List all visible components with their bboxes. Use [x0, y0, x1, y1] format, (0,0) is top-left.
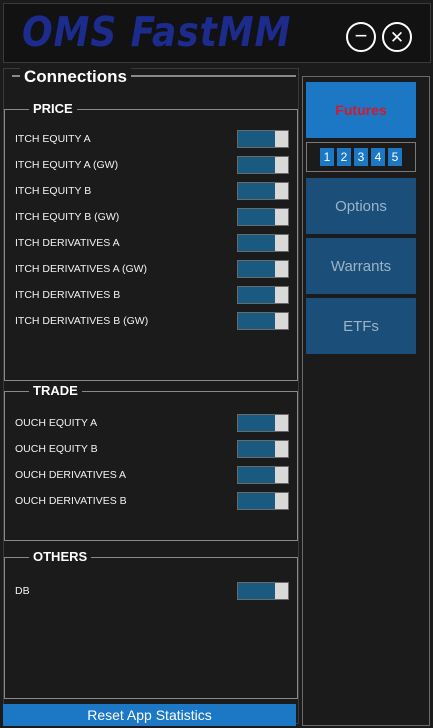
connections-title: Connections: [20, 67, 131, 87]
trade-group-title: TRADE: [29, 383, 82, 398]
title-bar: OMS FastMM − ✕: [3, 3, 431, 63]
connection-toggle[interactable]: [237, 182, 289, 200]
connection-label: ITCH DERIVATIVES A (GW): [15, 263, 148, 275]
connection-label: OUCH DERIVATIVES A: [15, 469, 127, 481]
minimize-button[interactable]: −: [346, 22, 376, 52]
connection-row: ITCH DERIVATIVES B (GW): [15, 312, 290, 332]
warrants-button[interactable]: Warrants: [306, 238, 416, 294]
toggle-knob: [275, 287, 288, 303]
connection-toggle[interactable]: [237, 440, 289, 458]
connection-row: OUCH EQUITY B: [15, 440, 290, 460]
connection-row: ITCH EQUITY A (GW): [15, 156, 290, 176]
toggle-knob: [275, 467, 288, 483]
connection-toggle[interactable]: [237, 414, 289, 432]
connection-label: ITCH DERIVATIVES B: [15, 289, 121, 301]
connection-label: ITCH DERIVATIVES B (GW): [15, 315, 149, 327]
connection-label: ITCH EQUITY A (GW): [15, 159, 119, 171]
toggle-knob: [275, 313, 288, 329]
connection-row: OUCH DERIVATIVES B: [15, 492, 290, 512]
connection-toggle[interactable]: [237, 286, 289, 304]
minus-icon: −: [354, 23, 368, 48]
toggle-knob: [275, 415, 288, 431]
toggle-knob: [275, 441, 288, 457]
others-group-title: OTHERS: [29, 549, 92, 564]
connection-label: OUCH EQUITY A: [15, 417, 98, 429]
trade-group: TRADE OUCH EQUITY A OUCH EQUITY B OUCH D…: [4, 383, 298, 541]
connection-row: OUCH EQUITY A: [15, 414, 290, 434]
page-5-button[interactable]: 5: [388, 148, 402, 166]
connection-row: OUCH DERIVATIVES A: [15, 466, 290, 486]
connection-label: OUCH EQUITY B: [15, 443, 98, 455]
connection-row: ITCH EQUITY B: [15, 182, 290, 202]
connection-toggle[interactable]: [237, 130, 289, 148]
connection-row: ITCH DERIVATIVES A (GW): [15, 260, 290, 280]
futures-button[interactable]: Futures: [306, 82, 416, 138]
page-2-button[interactable]: 2: [337, 148, 351, 166]
category-sidebar: Futures 1 2 3 4 5 Options Warrants ETFs: [302, 76, 430, 726]
connection-toggle[interactable]: [237, 234, 289, 252]
connection-toggle[interactable]: [237, 582, 289, 600]
toggle-knob: [275, 209, 288, 225]
price-group: PRICE ITCH EQUITY A ITCH EQUITY A (GW) I…: [4, 101, 298, 381]
app-title: OMS FastMM: [22, 8, 292, 56]
page-1-button[interactable]: 1: [320, 148, 334, 166]
close-icon: ✕: [389, 27, 405, 47]
others-group: OTHERS DB: [4, 549, 298, 699]
connection-label: ITCH DERIVATIVES A: [15, 237, 120, 249]
toggle-knob: [275, 157, 288, 173]
reset-app-statistics-button[interactable]: Reset App Statistics: [3, 704, 296, 726]
toggle-knob: [275, 235, 288, 251]
options-button[interactable]: Options: [306, 178, 416, 234]
price-group-title: PRICE: [29, 101, 77, 116]
connection-label: ITCH EQUITY B (GW): [15, 211, 120, 223]
connection-row: ITCH DERIVATIVES A: [15, 234, 290, 254]
page-number-bar: 1 2 3 4 5: [306, 142, 416, 172]
connection-label: ITCH EQUITY A: [15, 133, 91, 145]
connection-row: ITCH DERIVATIVES B: [15, 286, 290, 306]
connection-row: DB: [15, 582, 290, 602]
connection-toggle[interactable]: [237, 208, 289, 226]
toggle-knob: [275, 131, 288, 147]
connection-toggle[interactable]: [237, 312, 289, 330]
toggle-knob: [275, 261, 288, 277]
connection-label: DB: [15, 585, 30, 597]
connection-label: OUCH DERIVATIVES B: [15, 495, 127, 507]
connection-toggle[interactable]: [237, 260, 289, 278]
etfs-button[interactable]: ETFs: [306, 298, 416, 354]
close-button[interactable]: ✕: [382, 22, 412, 52]
page-3-button[interactable]: 3: [354, 148, 368, 166]
page-4-button[interactable]: 4: [371, 148, 385, 166]
connection-label: ITCH EQUITY B: [15, 185, 92, 197]
connection-row: ITCH EQUITY A: [15, 130, 290, 150]
connection-toggle[interactable]: [237, 466, 289, 484]
toggle-knob: [275, 183, 288, 199]
connection-toggle[interactable]: [237, 156, 289, 174]
connection-row: ITCH EQUITY B (GW): [15, 208, 290, 228]
connection-toggle[interactable]: [237, 492, 289, 510]
toggle-knob: [275, 493, 288, 509]
toggle-knob: [275, 583, 288, 599]
connections-panel: Connections PRICE ITCH EQUITY A ITCH EQU…: [3, 67, 299, 724]
